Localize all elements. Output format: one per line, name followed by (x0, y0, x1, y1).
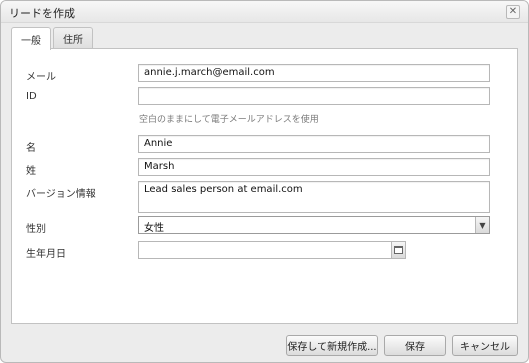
gender-label: 性別 (26, 224, 46, 235)
bio-label: バージョン情報 (26, 189, 96, 200)
email-field[interactable]: annie.j.march@email.com (138, 64, 490, 82)
cancel-button[interactable]: キャンセル (452, 335, 518, 356)
save-button[interactable]: 保存 (384, 335, 446, 356)
id-hint: 空白のままにして電子メールアドレスを使用 (139, 115, 319, 125)
gender-value: 女性 (144, 223, 164, 234)
dialog-titlebar: リードを作成 ✕ (1, 1, 528, 23)
last-name-field[interactable]: Marsh (138, 158, 490, 176)
chevron-down-icon[interactable]: ▼ (475, 217, 489, 233)
first-name-label: 名 (26, 143, 36, 154)
last-name-label: 姓 (26, 166, 36, 177)
tab-address[interactable]: 住所 (53, 27, 93, 49)
create-lead-dialog: リードを作成 ✕ 一般 住所 メール annie.j.march@email.c… (0, 0, 529, 363)
gender-select[interactable]: 女性 ▼ (138, 216, 490, 234)
tab-bar: 一般 住所 (11, 27, 95, 50)
close-icon[interactable]: ✕ (506, 5, 520, 19)
id-label: ID (26, 91, 37, 102)
save-and-new-button[interactable]: 保存して新規作成... (286, 335, 378, 356)
bio-field[interactable]: Lead sales person at email.com (138, 181, 490, 213)
email-label: メール (26, 72, 56, 83)
first-name-field[interactable]: Annie (138, 135, 490, 153)
calendar-icon[interactable] (391, 242, 405, 258)
birthdate-label: 生年月日 (26, 249, 66, 260)
dialog-title: リードを作成 (9, 7, 75, 20)
birthdate-field[interactable] (138, 241, 406, 259)
id-field[interactable] (138, 87, 490, 105)
form-panel: メール annie.j.march@email.com ID 空白のままにして電… (11, 48, 518, 324)
tab-general[interactable]: 一般 (11, 27, 51, 50)
